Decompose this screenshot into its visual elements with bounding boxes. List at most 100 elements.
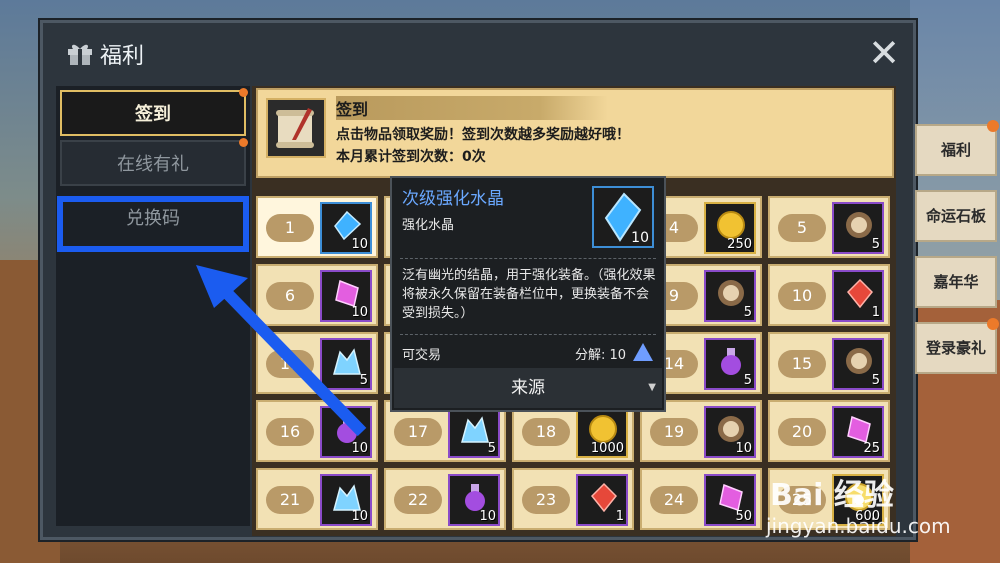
tab-label: 在线有礼: [117, 154, 189, 175]
sidebar: 签到 在线有礼 兑换码: [56, 86, 250, 526]
reward-cell-day-1[interactable]: 1 10: [256, 196, 378, 258]
day-number: 16: [266, 418, 314, 446]
close-button[interactable]: ✕: [868, 34, 900, 72]
ice-beast-icon[interactable]: 10: [320, 474, 372, 526]
reward-cell-day-21[interactable]: 21 10: [256, 468, 378, 530]
gold-coin-icon[interactable]: 250: [704, 202, 756, 254]
day-number: 18: [522, 418, 570, 446]
day-number: 15: [778, 350, 826, 378]
red-gem-icon[interactable]: 1: [576, 474, 628, 526]
item-quantity: 10: [351, 237, 368, 252]
item-quantity: 5: [871, 373, 880, 388]
source-button[interactable]: 来源 ▼: [394, 368, 662, 408]
item-quantity: 10: [351, 441, 368, 456]
reward-cell-day-11[interactable]: 11 5: [256, 332, 378, 394]
highlight-annotation-box: [57, 196, 249, 252]
tab-online-gift[interactable]: 在线有礼: [60, 138, 248, 186]
item-quantity: 25: [863, 441, 880, 456]
item-quantity: 5: [487, 441, 496, 456]
tooltip-qty: 10: [631, 230, 649, 246]
day-number: 20: [778, 418, 826, 446]
tab-sign-in[interactable]: 签到: [60, 88, 248, 136]
eagle-orb-icon[interactable]: 10: [704, 406, 756, 458]
item-quantity: 10: [479, 509, 496, 524]
day-number: 5: [778, 214, 826, 242]
sign-in-header: 签到 点击物品领取奖励！签到次数越多奖励越好哦！ 本月累计签到次数：0次: [256, 88, 894, 178]
item-quantity: 5: [871, 237, 880, 252]
eagle-orb-icon[interactable]: 5: [832, 202, 884, 254]
reward-cell-day-20[interactable]: 20 25: [768, 400, 890, 462]
day-number: 6: [266, 282, 314, 310]
reward-cell-day-24[interactable]: 24 50: [640, 468, 762, 530]
ice-beast-icon[interactable]: 5: [320, 338, 372, 390]
red-gem-icon[interactable]: 1: [832, 270, 884, 322]
item-quantity: 10: [735, 441, 752, 456]
divider: [400, 334, 656, 335]
potion-icon[interactable]: 10: [448, 474, 500, 526]
notification-dot: [987, 120, 999, 132]
eagle-orb-icon[interactable]: 5: [832, 338, 884, 390]
blue-crystal-icon[interactable]: 10: [320, 202, 372, 254]
panel-title: 福利: [100, 44, 145, 69]
gold-coin-icon[interactable]: 1000: [576, 406, 628, 458]
potion-icon[interactable]: 10: [320, 406, 372, 458]
item-quantity: 50: [735, 509, 752, 524]
pink-crystal-icon[interactable]: 10: [320, 270, 372, 322]
tooltip-title: 次级强化水晶: [402, 189, 504, 209]
day-number: 17: [394, 418, 442, 446]
day-number: 23: [522, 486, 570, 514]
item-tooltip: 次级强化水晶 强化水晶 10 泛有幽光的结晶，用于强化装备。（强化效果将被永久保…: [390, 176, 666, 412]
item-quantity: 5: [743, 373, 752, 388]
reward-cell-day-15[interactable]: 15 5: [768, 332, 890, 394]
right-tab-4[interactable]: 登录豪礼: [915, 318, 999, 374]
day-number: 1: [266, 214, 314, 242]
right-tab-1[interactable]: 福利: [915, 120, 999, 176]
source-button-label: 来源: [511, 378, 545, 398]
dropdown-caret-icon: ▼: [648, 382, 656, 393]
right-tab-2[interactable]: 命运石板: [915, 190, 997, 242]
day-number: 24: [650, 486, 698, 514]
watermark-brand: Bai 经验: [770, 478, 894, 513]
monthly-sign-in-count: 本月累计签到次数：0次: [336, 149, 486, 165]
right-tab-label: 嘉年华: [933, 273, 979, 291]
header-title: 签到: [336, 96, 609, 120]
tab-label: 签到: [135, 104, 171, 125]
reward-cell-day-16[interactable]: 16 10: [256, 400, 378, 462]
day-number: 11: [266, 350, 314, 378]
blue-crystal-icon: 10: [592, 186, 654, 248]
day-number: 21: [266, 486, 314, 514]
header-instruction: 点击物品领取奖励！签到次数越多奖励越好哦！: [336, 127, 630, 143]
reward-cell-day-23[interactable]: 23 1: [512, 468, 634, 530]
decompose-value: 分解: 10: [574, 348, 626, 363]
reward-cell-day-6[interactable]: 6 10: [256, 264, 378, 326]
potion-icon[interactable]: 5: [704, 338, 756, 390]
pink-crystal-icon[interactable]: 50: [704, 474, 756, 526]
ice-beast-icon[interactable]: 5: [448, 406, 500, 458]
reward-cell-day-10[interactable]: 10 1: [768, 264, 890, 326]
item-quantity: 10: [351, 509, 368, 524]
divider: [400, 258, 656, 259]
item-quantity: 5: [359, 373, 368, 388]
tooltip-description: 泛有幽光的结晶，用于强化装备。（强化效果将被永久保留在装备栏位中，更换装备不会受…: [402, 268, 656, 321]
item-quantity: 250: [727, 237, 752, 252]
right-tab-label: 福利: [940, 141, 971, 159]
day-number: 19: [650, 418, 698, 446]
tooltip-subtitle: 强化水晶: [402, 218, 455, 233]
reward-cell-day-22[interactable]: 22 10: [384, 468, 506, 530]
notification-dot: [239, 88, 248, 97]
tradable-label: 可交易: [402, 348, 442, 363]
reward-cell-day-5[interactable]: 55: [768, 196, 890, 258]
item-quantity: 1: [615, 509, 624, 524]
crystal-dust-icon: [633, 343, 653, 361]
right-tab-3[interactable]: 嘉年华: [915, 256, 997, 308]
day-number: 22: [394, 486, 442, 514]
eagle-orb-icon[interactable]: 5: [704, 270, 756, 322]
right-tab-label: 命运石板: [925, 207, 986, 225]
pink-crystal-icon[interactable]: 25: [832, 406, 884, 458]
scroll-quill-icon: [266, 98, 326, 158]
panel-header: 福利: [68, 38, 145, 70]
notification-dot: [987, 318, 999, 330]
item-quantity: 1000: [590, 441, 624, 456]
item-quantity: 1: [871, 305, 880, 320]
watermark-url: jingyan.baidu.com: [766, 514, 951, 538]
